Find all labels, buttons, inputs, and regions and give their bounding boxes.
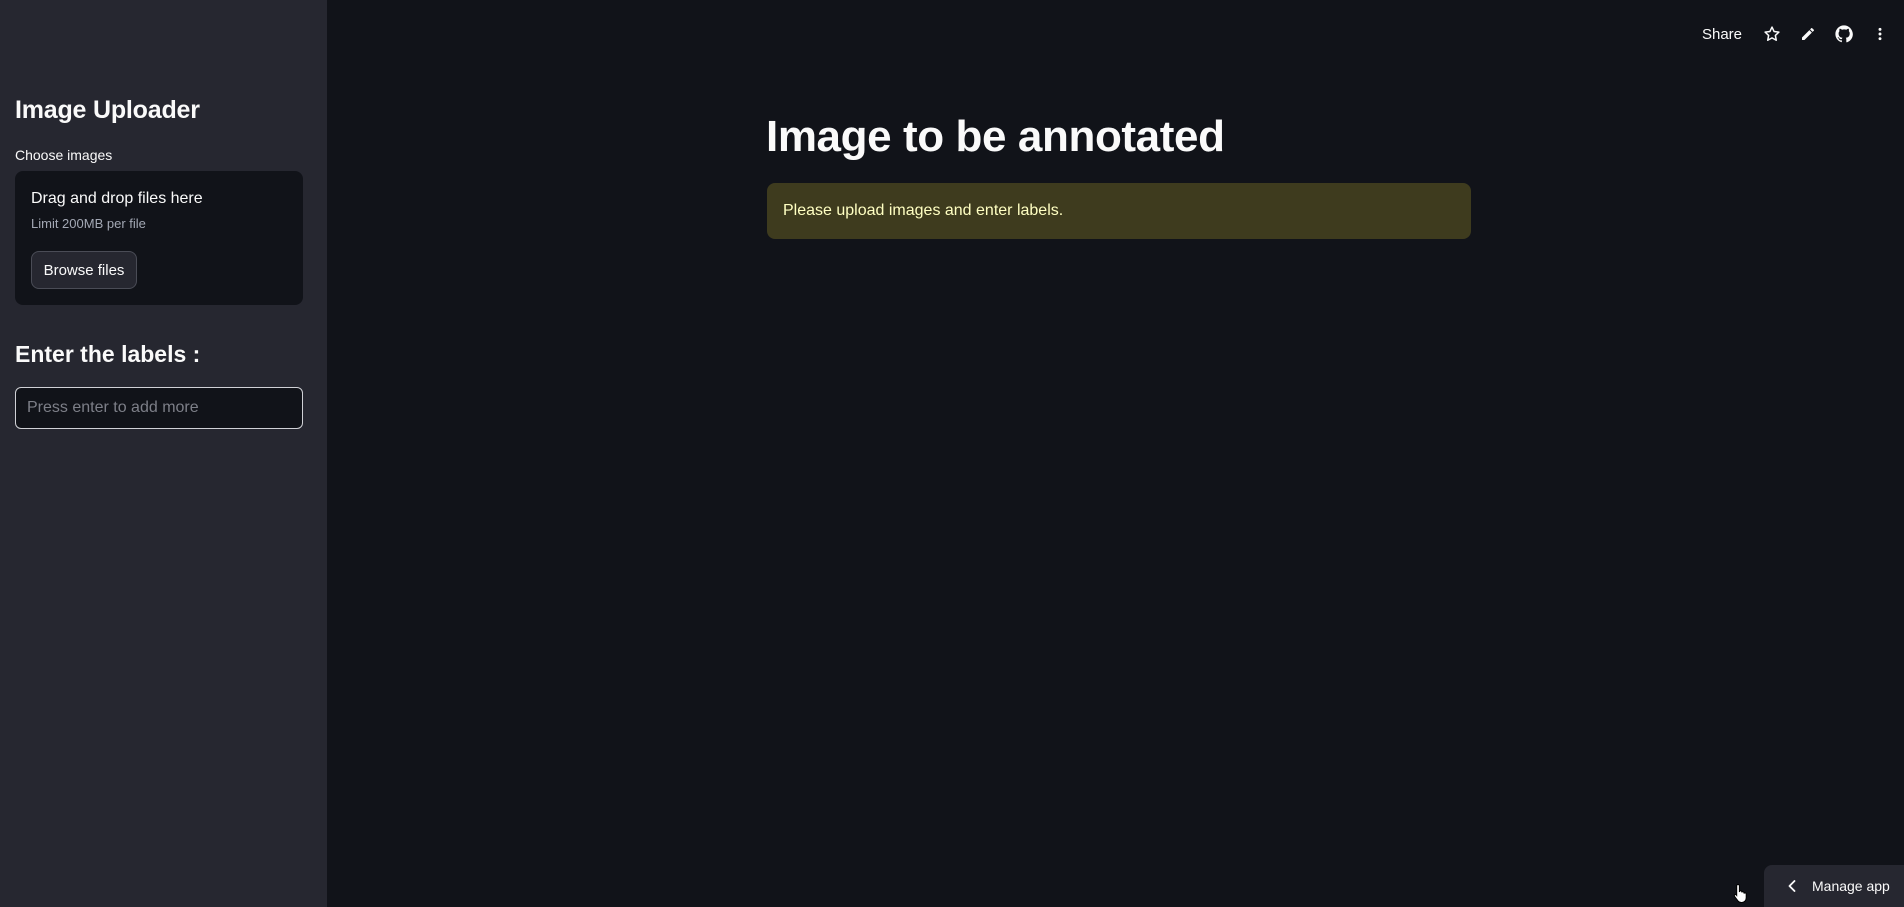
manage-app-button[interactable]: Manage app	[1764, 865, 1904, 907]
more-vertical-icon[interactable]	[1870, 24, 1890, 44]
github-icon[interactable]	[1834, 24, 1854, 44]
manage-app-label: Manage app	[1812, 878, 1890, 894]
header-toolbar: Share	[1702, 20, 1890, 48]
share-button[interactable]: Share	[1702, 26, 1742, 43]
file-dropzone[interactable]: Drag and drop files here Limit 200MB per…	[15, 171, 303, 305]
pencil-icon[interactable]	[1798, 24, 1818, 44]
uploader-label: Choose images	[15, 147, 113, 163]
chevron-left-icon	[1786, 879, 1798, 893]
warning-alert: Please upload images and enter labels.	[767, 183, 1471, 239]
browse-files-button[interactable]: Browse files	[31, 251, 137, 289]
labels-heading: Enter the labels :	[15, 341, 201, 367]
dropzone-title: Drag and drop files here	[31, 190, 203, 207]
labels-input[interactable]	[15, 387, 303, 429]
sidebar-title: Image Uploader	[15, 96, 200, 124]
page-title: Image to be annotated	[766, 112, 1225, 161]
warning-text: Please upload images and enter labels.	[783, 202, 1064, 219]
mouse-cursor-icon	[1733, 883, 1749, 907]
dropzone-limit: Limit 200MB per file	[31, 216, 146, 231]
app-root: Image Uploader Choose images Drag and dr…	[0, 0, 1904, 907]
star-icon[interactable]	[1762, 24, 1782, 44]
sidebar: Image Uploader Choose images Drag and dr…	[0, 0, 327, 907]
